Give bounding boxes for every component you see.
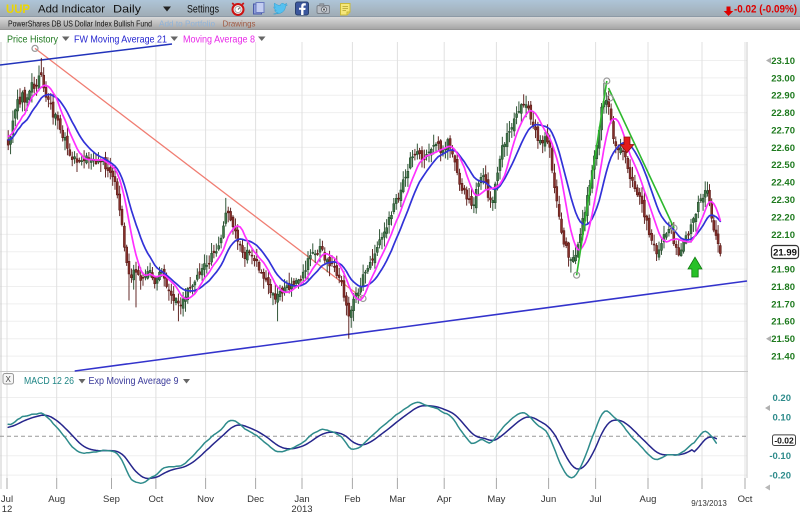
- svg-text:-0.10: -0.10: [769, 451, 791, 462]
- svg-text:PowerShares DB US Dollar Index: PowerShares DB US Dollar Index Bullish F…: [8, 19, 152, 29]
- svg-text:Oct: Oct: [149, 494, 164, 505]
- svg-text:Moving Average 8: Moving Average 8: [183, 34, 255, 46]
- svg-text:Add to Portfolio: Add to Portfolio: [159, 19, 215, 29]
- svg-text:Price History: Price History: [7, 34, 59, 46]
- svg-text:22.60: 22.60: [771, 143, 795, 154]
- svg-text:Aug: Aug: [48, 494, 65, 505]
- svg-text:Jun: Jun: [541, 494, 556, 505]
- svg-text:Sep: Sep: [103, 494, 120, 505]
- svg-text:Settings: Settings: [187, 4, 219, 16]
- svg-text:21.90: 21.90: [771, 265, 795, 276]
- svg-text:Mar: Mar: [389, 494, 405, 505]
- svg-text:May: May: [487, 494, 505, 505]
- svg-text:UUP: UUP: [6, 2, 30, 16]
- svg-text:Apr: Apr: [437, 494, 452, 505]
- svg-text:Jul: Jul: [590, 494, 602, 505]
- svg-text:22.90: 22.90: [771, 91, 795, 102]
- svg-text:Nov: Nov: [197, 494, 214, 505]
- svg-text:Drawings: Drawings: [223, 19, 256, 29]
- svg-text:23.10: 23.10: [771, 56, 795, 67]
- svg-text:Daily: Daily: [113, 4, 142, 16]
- svg-text:-0.02 (-0.09%): -0.02 (-0.09%): [734, 4, 797, 16]
- svg-text:-0.20: -0.20: [769, 471, 791, 482]
- svg-text:22.10: 22.10: [771, 230, 795, 241]
- svg-text:Oct: Oct: [738, 494, 753, 505]
- svg-text:21.70: 21.70: [771, 299, 795, 310]
- svg-text:21.99: 21.99: [773, 247, 797, 258]
- svg-text:Add Indicator: Add Indicator: [38, 4, 105, 16]
- svg-text:21.80: 21.80: [771, 282, 795, 293]
- svg-text:21.40: 21.40: [771, 352, 795, 363]
- svg-text:Exp Moving Average 9: Exp Moving Average 9: [89, 376, 179, 387]
- svg-text:0.10: 0.10: [773, 412, 792, 423]
- svg-text:23.00: 23.00: [771, 73, 795, 84]
- svg-text:X: X: [6, 375, 12, 384]
- svg-text:2013: 2013: [291, 504, 312, 515]
- svg-text:22.30: 22.30: [771, 195, 795, 206]
- svg-text:21.50: 21.50: [771, 334, 795, 345]
- svg-text:0.20: 0.20: [773, 393, 792, 404]
- svg-text:12: 12: [2, 504, 13, 515]
- svg-text:22.40: 22.40: [771, 178, 795, 189]
- svg-text:22.70: 22.70: [771, 125, 795, 136]
- svg-text:22.50: 22.50: [771, 160, 795, 171]
- svg-text:FW Moving Average 21: FW Moving Average 21: [74, 34, 167, 46]
- svg-text:MACD 12 26: MACD 12 26: [24, 376, 74, 387]
- svg-text:Dec: Dec: [247, 494, 264, 505]
- svg-text:9/13/2013: 9/13/2013: [691, 499, 727, 508]
- svg-text:21.60: 21.60: [771, 317, 795, 328]
- svg-text:22.80: 22.80: [771, 108, 795, 119]
- svg-text:Feb: Feb: [344, 494, 360, 505]
- svg-text:22.20: 22.20: [771, 212, 795, 223]
- svg-text:Aug: Aug: [640, 494, 657, 505]
- svg-text:-0.02: -0.02: [774, 435, 794, 445]
